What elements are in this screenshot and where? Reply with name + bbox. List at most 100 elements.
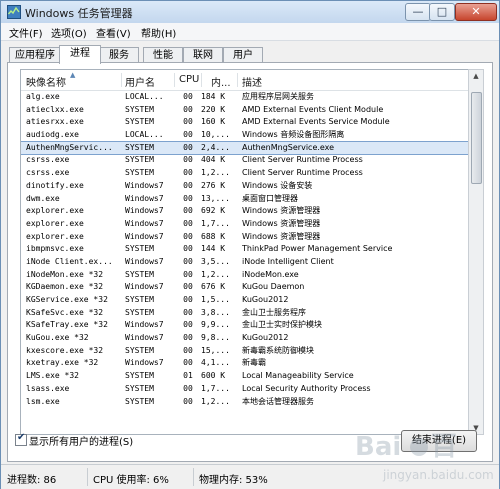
- process-memory: 2,4...: [201, 142, 230, 152]
- process-image-name: kxetray.exe *32: [26, 358, 99, 368]
- column-divider[interactable]: [201, 73, 202, 87]
- process-row[interactable]: alg.exe LOCAL... 00 184 K 应用程序层网关服务: [21, 91, 468, 104]
- tab-applications[interactable]: 应用程序: [9, 47, 61, 63]
- process-row[interactable]: atiesrxx.exe SYSTEM 00 160 K AMD External Ev…: [21, 116, 468, 129]
- process-row[interactable]: explorer.exe Windows7 00 692 K Windows 资源管理器: [21, 205, 468, 218]
- process-memory: 676 K: [201, 282, 226, 292]
- process-list[interactable]: 映像名称 ▲ 用户名 CPU 内... 描述 alg.exe LOCAL... 00…: [20, 69, 469, 435]
- process-description: KuGou2012: [242, 333, 289, 343]
- process-cpu: 00: [183, 383, 193, 393]
- column-image-name-label: 映像名称: [26, 78, 66, 89]
- process-memory: 4,1...: [201, 358, 230, 368]
- process-image-name: AuthenMngServic...: [26, 142, 113, 152]
- show-all-users-checkbox[interactable]: ✔: [15, 432, 27, 446]
- process-row[interactable]: csrss.exe SYSTEM 00 404 K Client Server Runt…: [21, 154, 468, 167]
- process-row[interactable]: lsass.exe SYSTEM 00 1,7... Local Security Au…: [21, 383, 468, 396]
- process-row[interactable]: AuthenMngServic... SYSTEM 00 2,4... AuthenMn…: [21, 140, 468, 156]
- column-divider[interactable]: [237, 73, 238, 87]
- process-description: 应用程序层网关服务: [242, 92, 314, 101]
- process-row[interactable]: LMS.exe *32 SYSTEM 01 600 K Local Manageabil…: [21, 370, 468, 383]
- column-divider[interactable]: [174, 73, 175, 87]
- menu-help[interactable]: 帮助(H): [141, 25, 176, 40]
- process-memory: 184 K: [201, 92, 226, 101]
- tab-processes[interactable]: 进程: [59, 45, 101, 64]
- process-cpu: 00: [183, 206, 193, 216]
- tab-services[interactable]: 服务: [99, 47, 139, 63]
- tab-users[interactable]: 用户: [223, 47, 263, 63]
- task-manager-window: Windows 任务管理器 — □ ✕ 文件(F) 选项(O) 查看(V) 帮助…: [0, 0, 500, 489]
- column-cpu[interactable]: CPU: [179, 74, 199, 85]
- process-description: iNode Intelligent Client: [242, 256, 334, 266]
- status-cpu-usage: CPU 使用率: 6%: [93, 475, 169, 486]
- process-row[interactable]: ibmpmsvc.exe SYSTEM 00 144 K ThinkPad Power …: [21, 243, 468, 256]
- process-description: Client Server Runtime Process: [242, 168, 363, 178]
- process-user-name: SYSTEM: [125, 307, 154, 317]
- scroll-up-icon[interactable]: ▲: [470, 70, 482, 82]
- menu-options[interactable]: 选项(O): [51, 25, 87, 40]
- process-cpu: 00: [183, 320, 193, 330]
- process-description: iNodeMon.exe: [242, 269, 299, 279]
- process-row[interactable]: KGService.exe *32 SYSTEM 00 1,5... KuGou2012: [21, 294, 468, 307]
- list-header: 映像名称 ▲ 用户名 CPU 内... 描述: [21, 70, 468, 91]
- end-process-button[interactable]: 结束进程(E): [401, 430, 477, 452]
- process-row[interactable]: lsm.exe SYSTEM 00 1,2... 本地会话管理器服务: [21, 396, 468, 409]
- process-row[interactable]: audiodg.exe LOCAL... 00 10,... Windows 音频设备图…: [21, 129, 468, 142]
- process-row[interactable]: iNodeMon.exe *32 SYSTEM 00 1,2... iNodeMon.e…: [21, 269, 468, 282]
- process-row[interactable]: dwm.exe Windows7 00 13,... 桌面窗口管理器: [21, 193, 468, 206]
- process-row[interactable]: KSafeSvc.exe *32 SYSTEM 00 3,8... 金山卫士服务程序: [21, 307, 468, 320]
- process-image-name: dinotify.exe: [26, 180, 84, 190]
- column-divider[interactable]: [121, 73, 122, 87]
- column-image-name[interactable]: 映像名称 ▲: [26, 71, 75, 89]
- process-description: ThinkPad Power Management Service: [242, 244, 393, 254]
- process-row[interactable]: kxescore.exe *32 SYSTEM 00 15,... 新毒霸系统防御模块: [21, 345, 468, 358]
- status-bar: 进程数: 86 CPU 使用率: 6% 物理内存: 53%: [1, 464, 499, 489]
- process-row[interactable]: KSafeTray.exe *32 Windows7 00 9,9... 金山卫士实时保…: [21, 319, 468, 332]
- process-row[interactable]: explorer.exe Windows7 00 688 K Windows 资源管理器: [21, 231, 468, 244]
- process-image-name: KSafeTray.exe *32: [26, 320, 108, 330]
- process-cpu: 00: [183, 345, 193, 355]
- menu-file[interactable]: 文件(F): [9, 25, 43, 40]
- minimize-button[interactable]: —: [405, 3, 431, 21]
- process-memory: 3,5...: [201, 256, 230, 266]
- process-row[interactable]: explorer.exe Windows7 00 1,7... Windows 资源管理…: [21, 218, 468, 231]
- process-memory: 10,...: [201, 130, 230, 140]
- task-manager-icon: [7, 5, 21, 19]
- process-user-name: SYSTEM: [125, 269, 154, 279]
- column-description[interactable]: 描述: [242, 74, 262, 89]
- process-row[interactable]: KuGou.exe *32 Windows7 00 9,8... KuGou2012: [21, 332, 468, 345]
- vertical-scrollbar[interactable]: ▲ ▼: [468, 69, 484, 435]
- close-button[interactable]: ✕: [455, 3, 497, 21]
- process-user-name: Windows7: [125, 282, 164, 292]
- process-row[interactable]: csrss.exe SYSTEM 00 1,2... Client Server Run…: [21, 167, 468, 180]
- title-bar[interactable]: Windows 任务管理器 — □ ✕: [1, 1, 499, 24]
- process-cpu: 00: [183, 295, 193, 304]
- sort-ascending-icon: ▲: [70, 71, 76, 79]
- process-cpu: 00: [183, 193, 193, 203]
- process-user-name: SYSTEM: [125, 244, 154, 254]
- process-row[interactable]: kxetray.exe *32 Windows7 00 4,1... 新毒霸: [21, 357, 468, 370]
- process-cpu: 00: [183, 104, 193, 114]
- process-image-name: dwm.exe: [26, 193, 60, 203]
- menu-view[interactable]: 查看(V): [96, 25, 131, 40]
- status-memory-usage: 物理内存: 53%: [199, 475, 268, 486]
- process-description: Client Server Runtime Process: [242, 155, 363, 165]
- process-description: 新毒霸系统防御模块: [242, 345, 314, 355]
- tab-networking[interactable]: 联网: [183, 47, 223, 63]
- process-cpu: 00: [183, 130, 193, 140]
- tab-performance[interactable]: 性能: [143, 47, 183, 63]
- scroll-thumb[interactable]: [471, 92, 482, 184]
- process-row[interactable]: KGDaemon.exe *32 Windows7 00 676 K KuGou Dae…: [21, 281, 468, 294]
- process-cpu: 00: [183, 396, 193, 406]
- process-image-name: explorer.exe: [26, 231, 84, 241]
- process-user-name: Windows7: [125, 218, 164, 228]
- column-memory[interactable]: 内...: [211, 74, 231, 89]
- status-divider: [193, 468, 194, 486]
- process-image-name: kxescore.exe *32: [26, 345, 104, 355]
- process-memory: 600 K: [201, 371, 226, 381]
- process-memory: 692 K: [201, 206, 226, 216]
- process-row[interactable]: iNode Client.ex... Windows7 00 3,5... iNode …: [21, 256, 468, 269]
- maximize-button[interactable]: □: [429, 3, 455, 21]
- process-row[interactable]: dinotify.exe Windows7 00 276 K Windows 设备安装: [21, 180, 468, 193]
- process-row[interactable]: atieclxx.exe SYSTEM 00 220 K AMD External Ev…: [21, 104, 468, 117]
- column-user-name[interactable]: 用户名: [125, 74, 155, 89]
